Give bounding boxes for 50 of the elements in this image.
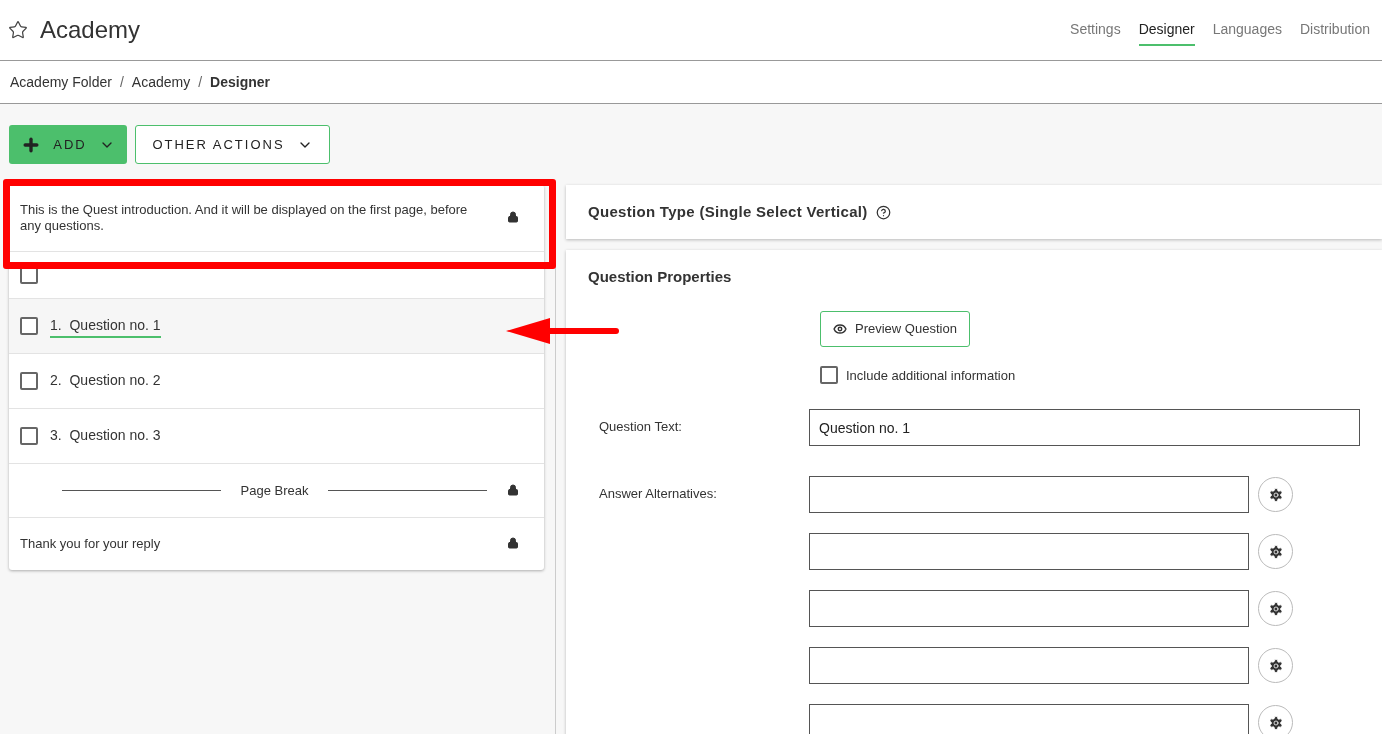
breadcrumb-link[interactable]: Academy (131, 71, 191, 93)
nav-tab[interactable]: Languages (1212, 14, 1282, 46)
answer-alternatives-label: Answer Alternatives: (598, 485, 718, 503)
question-row[interactable]: 3. Question no. 3 (9, 409, 544, 464)
checkbox[interactable] (20, 427, 38, 445)
settings-button[interactable] (1258, 705, 1293, 734)
nav-tab[interactable]: Designer (1138, 14, 1195, 46)
add-button[interactable]: ADD (9, 125, 127, 164)
include-info-label: Include additional information (846, 366, 1016, 385)
question-row[interactable]: 2. Question no. 2 (9, 354, 544, 409)
answer-field[interactable] (809, 533, 1249, 570)
page-title: Academy (40, 15, 141, 45)
answer-field[interactable] (809, 647, 1249, 684)
closing-text[interactable]: Thank you for your reply (20, 534, 507, 554)
question-row[interactable]: 1. Question no. 1 (9, 299, 544, 354)
properties-title: Question Properties (588, 267, 732, 287)
checkbox[interactable] (820, 366, 838, 385)
answer-field[interactable] (809, 704, 1249, 734)
intro-text[interactable]: This is the Quest introduction. And it will be displayed on the first page, before any questions. (20, 202, 483, 234)
answer-field[interactable] (809, 476, 1249, 513)
nav-tab[interactable]: Settings (1070, 14, 1121, 46)
help-icon[interactable] (875, 204, 891, 220)
nav-tab[interactable]: Distribution (1299, 14, 1370, 46)
question-label[interactable]: 2. Question no. 2 (50, 369, 161, 393)
question-type-title: Question Type (Single Select Vertical) (588, 201, 868, 222)
breadcrumb-link[interactable]: Designer (210, 71, 270, 93)
page-break-label: Page Break (240, 481, 309, 500)
eye-icon (833, 321, 847, 336)
question-label[interactable]: 3. Question no. 3 (50, 424, 161, 448)
breadcrumb-link[interactable]: Academy Folder (10, 71, 112, 93)
breadcrumb-separator: / (119, 72, 124, 92)
question-label[interactable]: 1. Question no. 1 (50, 314, 161, 338)
checkbox[interactable] (20, 372, 38, 390)
settings-button[interactable] (1258, 477, 1293, 512)
settings-button[interactable] (1258, 591, 1293, 626)
gear-icon (1267, 543, 1284, 560)
settings-button[interactable] (1258, 648, 1293, 683)
gear-icon (1267, 486, 1284, 503)
star-icon[interactable] (8, 20, 28, 40)
answer-field[interactable] (809, 590, 1249, 627)
checkbox[interactable] (20, 317, 38, 335)
breadcrumb-separator: / (198, 72, 203, 92)
other-actions-button[interactable]: OTHER ACTIONS (135, 125, 330, 164)
settings-button[interactable] (1258, 534, 1293, 569)
gear-icon (1267, 657, 1284, 674)
question-text-label: Question Text: (598, 418, 683, 436)
question-text-field[interactable]: Question no. 1 (809, 409, 1360, 446)
gear-icon (1267, 714, 1284, 731)
preview-question-button[interactable]: Preview Question (820, 310, 970, 347)
gear-icon (1267, 600, 1284, 617)
